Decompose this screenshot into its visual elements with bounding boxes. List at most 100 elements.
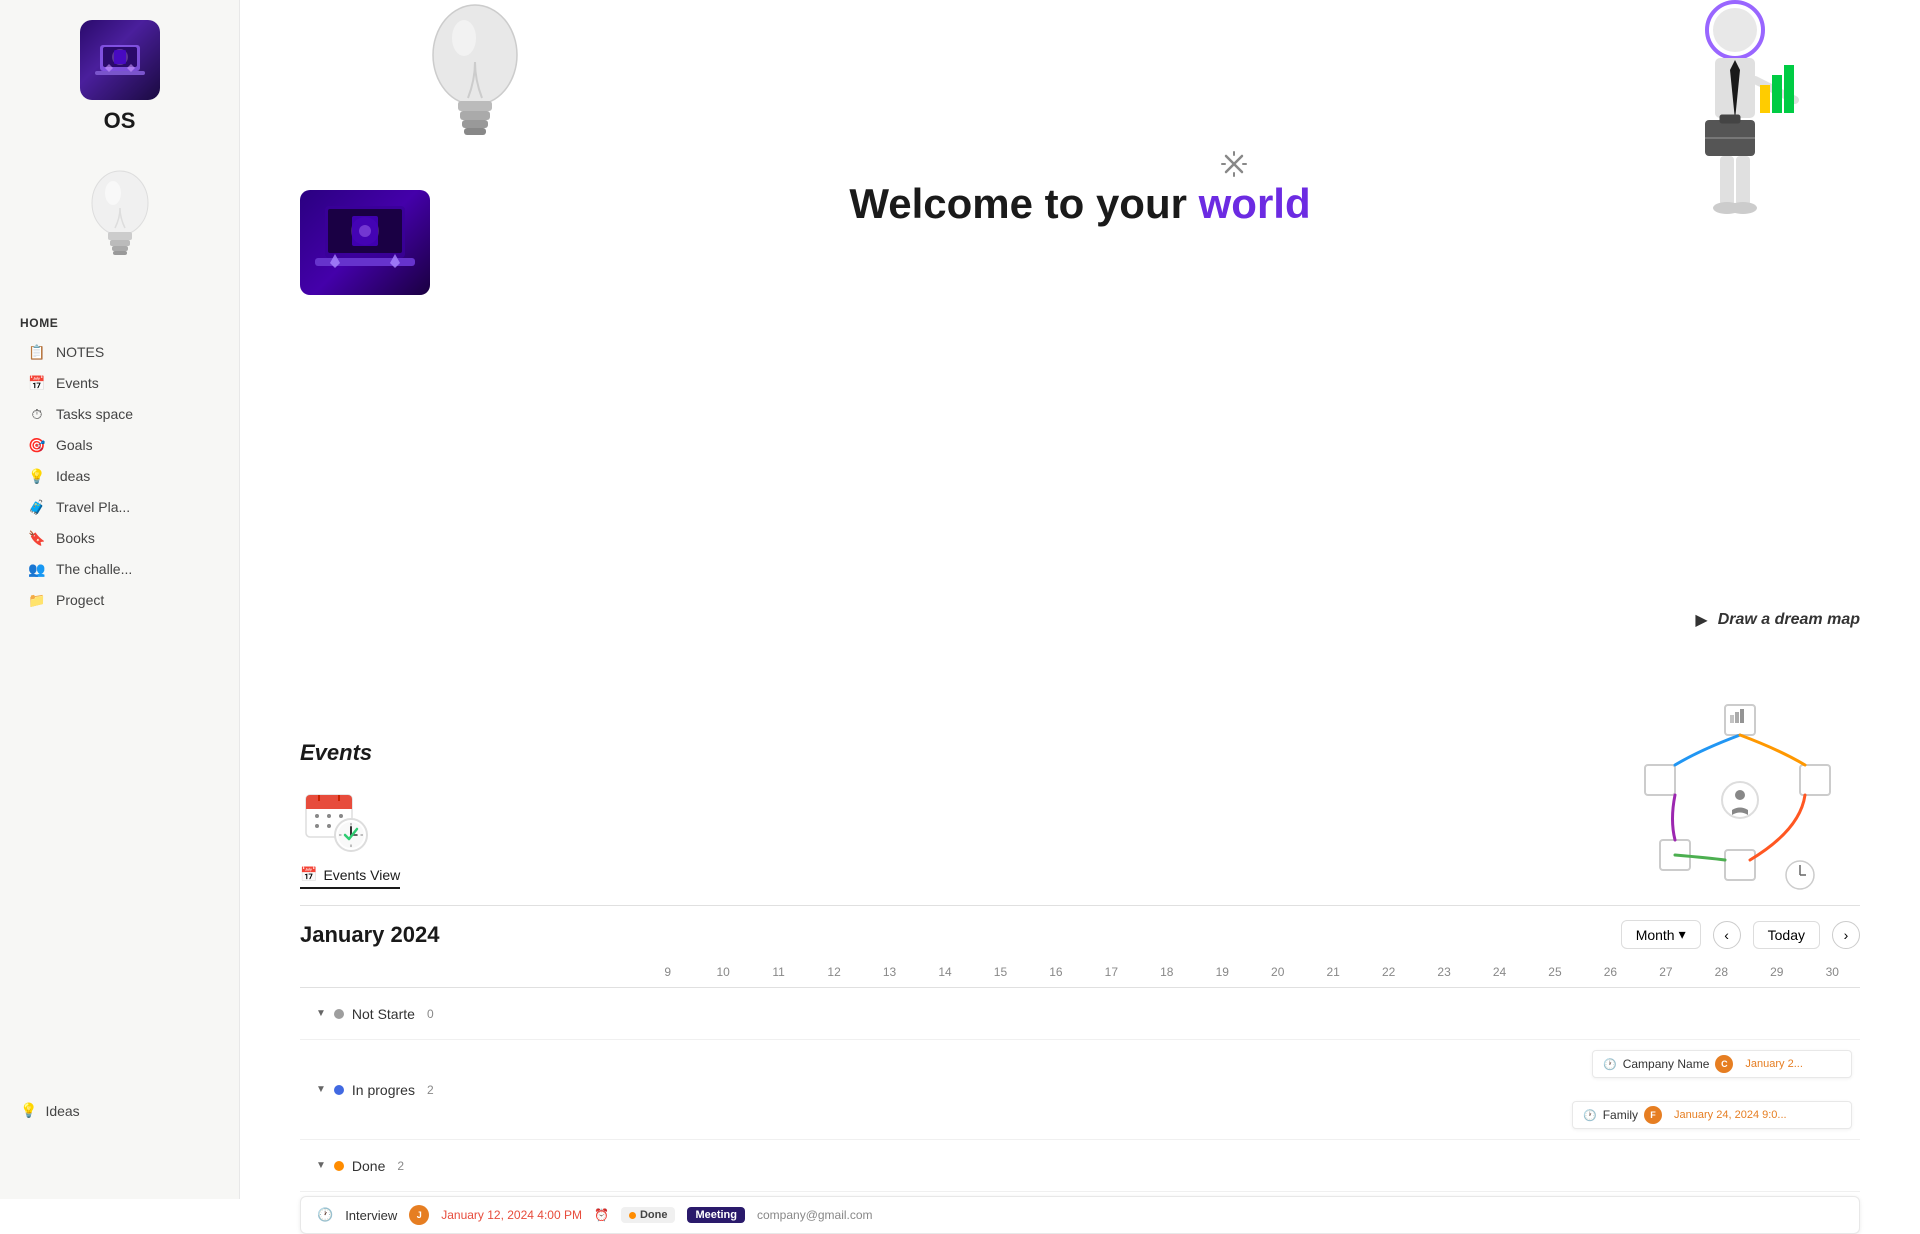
day-cell-24[interactable]: 24 (1472, 963, 1527, 981)
day-cell-21[interactable]: 21 (1305, 963, 1360, 981)
meeting-tag: Meeting (687, 1207, 745, 1223)
done-status-dot (629, 1212, 636, 1219)
done-status: Done (352, 1158, 385, 1174)
day-cell-26[interactable]: 26 (1583, 963, 1638, 981)
group-in-progress-label[interactable]: ▼ In progres 2 (300, 1040, 640, 1139)
day-cell-22[interactable]: 22 (1361, 963, 1416, 981)
sidebar-tasks-label: Tasks space (56, 406, 133, 422)
events-view-tab[interactable]: 📅 Events View (300, 866, 400, 889)
interview-date: January 12, 2024 4:00 PM (441, 1208, 582, 1222)
calendar-prev-button[interactable]: ‹ (1713, 921, 1741, 949)
done-events-area (640, 1140, 1860, 1191)
days-row-spacer (300, 963, 640, 981)
day-cell-25[interactable]: 25 (1527, 963, 1582, 981)
in-progress-status: In progres (352, 1082, 415, 1098)
family-name-label: Family (1603, 1108, 1638, 1122)
close-x-icon (1220, 150, 1248, 178)
ideas-label: Ideas (45, 1103, 79, 1119)
sidebar-item-books[interactable]: 🔖 Books (8, 523, 231, 553)
day-cell-11[interactable]: 11 (751, 963, 806, 981)
sidebar-item-notes[interactable]: 📋 NOTES (8, 337, 231, 367)
sidebar-item-project[interactable]: 📁 Progect (8, 585, 231, 615)
day-cell-15[interactable]: 15 (973, 963, 1028, 981)
day-cell-9[interactable]: 9 (640, 963, 695, 981)
hero-title-container: Welcome to your world (849, 180, 1310, 228)
calendar-days-row: 9101112131415161718192021222324252627282… (300, 957, 1860, 988)
day-cell-12[interactable]: 12 (806, 963, 861, 981)
day-cell-20[interactable]: 20 (1250, 963, 1305, 981)
interview-avatar-initials: J (417, 1210, 422, 1220)
meeting-label: Meeting (695, 1209, 737, 1221)
day-cell-14[interactable]: 14 (917, 963, 972, 981)
company-avatar-initials: C (1721, 1059, 1728, 1069)
sidebar-item-ideas[interactable]: 💡 Ideas (8, 461, 231, 491)
month-view-button[interactable]: Month ▾ (1621, 920, 1701, 949)
expand-icon: ▼ (316, 1008, 326, 1019)
company-date: January 2... (1745, 1058, 1802, 1070)
bottom-event-bar[interactable]: 🕐 Interview J January 12, 2024 4:00 PM ⏰… (300, 1196, 1860, 1234)
company-avatar: C (1715, 1055, 1733, 1073)
event-company-name[interactable]: 🕐 Campany Name C January 2... (1592, 1050, 1852, 1078)
events-calendar-icon (300, 782, 372, 854)
company-clock-icon: 🕐 (1603, 1058, 1617, 1071)
events-title: Events (300, 740, 400, 766)
interview-label: Interview (345, 1208, 397, 1223)
interview-avatar: J (409, 1205, 429, 1225)
day-cell-17[interactable]: 17 (1084, 963, 1139, 981)
hero-figure-right (1650, 0, 1820, 235)
expand-done-icon: ▼ (316, 1160, 326, 1171)
day-cell-16[interactable]: 16 (1028, 963, 1083, 981)
main-content: Welcome to your world Events (240, 0, 1920, 1234)
hero-bulb-top (420, 0, 530, 175)
events-icon-row (300, 782, 400, 854)
not-started-events-area (640, 988, 1860, 1039)
event-family[interactable]: 🕐 Family F January 24, 2024 9:0... (1572, 1101, 1852, 1129)
done-dot (334, 1161, 344, 1171)
sidebar-nav: 📋 NOTES 📅 Events ⏱ Tasks space 🎯 Goals 💡… (0, 337, 239, 615)
group-not-started-label[interactable]: ▼ Not Starte 0 (300, 988, 640, 1039)
alarm-icon: ⏰ (594, 1208, 609, 1222)
done-count: 2 (397, 1159, 404, 1173)
today-button[interactable]: Today (1753, 921, 1820, 949)
sidebar-item-tasks[interactable]: ⏱ Tasks space (8, 399, 231, 429)
sidebar-item-challenge[interactable]: 👥 The challe... (8, 554, 231, 584)
in-progress-dot (334, 1085, 344, 1095)
sidebar: OS HOME 📋 NOTES 📅 Events ⏱ Tasks space 🎯 (0, 0, 240, 1199)
day-cell-27[interactable]: 27 (1638, 963, 1693, 981)
group-in-progress: ▼ In progres 2 🕐 Campany Name C January … (300, 1040, 1860, 1140)
calendar-next-button[interactable]: › (1832, 921, 1860, 949)
not-started-status: Not Starte (352, 1006, 415, 1022)
company-name-label: Campany Name (1623, 1057, 1710, 1071)
hero-laptop (300, 190, 430, 295)
sidebar-books-label: Books (56, 530, 95, 546)
day-cell-30[interactable]: 30 (1805, 963, 1860, 981)
home-section-label: HOME (0, 300, 239, 336)
done-status-label: Done (640, 1209, 668, 1221)
group-done-label[interactable]: ▼ Done 2 (300, 1140, 640, 1191)
day-cell-28[interactable]: 28 (1694, 963, 1749, 981)
family-date: January 24, 2024 9:0... (1674, 1109, 1787, 1121)
day-cell-13[interactable]: 13 (862, 963, 917, 981)
hero-title: Welcome to your world (849, 180, 1310, 228)
hero-section: Welcome to your world (300, 0, 1860, 320)
sidebar-goals-label: Goals (56, 437, 93, 453)
bottom-clock-icon: 🕐 (317, 1207, 333, 1223)
day-cell-18[interactable]: 18 (1139, 963, 1194, 981)
sidebar-item-events[interactable]: 📅 Events (8, 368, 231, 398)
events-icon: 📅 (28, 374, 46, 392)
sidebar-travel-label: Travel Pla... (56, 499, 130, 515)
day-cell-29[interactable]: 29 (1749, 963, 1804, 981)
family-avatar-initials: F (1650, 1110, 1656, 1120)
day-cell-23[interactable]: 23 (1416, 963, 1471, 981)
sidebar-item-travel[interactable]: 🧳 Travel Pla... (8, 492, 231, 522)
dream-map-section[interactable]: ▶ Draw a dream map (1695, 430, 1860, 630)
tasks-icon: ⏱ (28, 405, 46, 423)
calendar-controls: Month ▾ ‹ Today › (1621, 920, 1860, 949)
sidebar-ideas-bottom[interactable]: 💡 Ideas (20, 1102, 80, 1119)
day-cells: 9101112131415161718192021222324252627282… (640, 963, 1860, 981)
done-status-tag: Done (621, 1207, 676, 1223)
day-cell-10[interactable]: 10 (695, 963, 750, 981)
day-cell-19[interactable]: 19 (1195, 963, 1250, 981)
not-started-dot (334, 1009, 344, 1019)
sidebar-item-goals[interactable]: 🎯 Goals (8, 430, 231, 460)
